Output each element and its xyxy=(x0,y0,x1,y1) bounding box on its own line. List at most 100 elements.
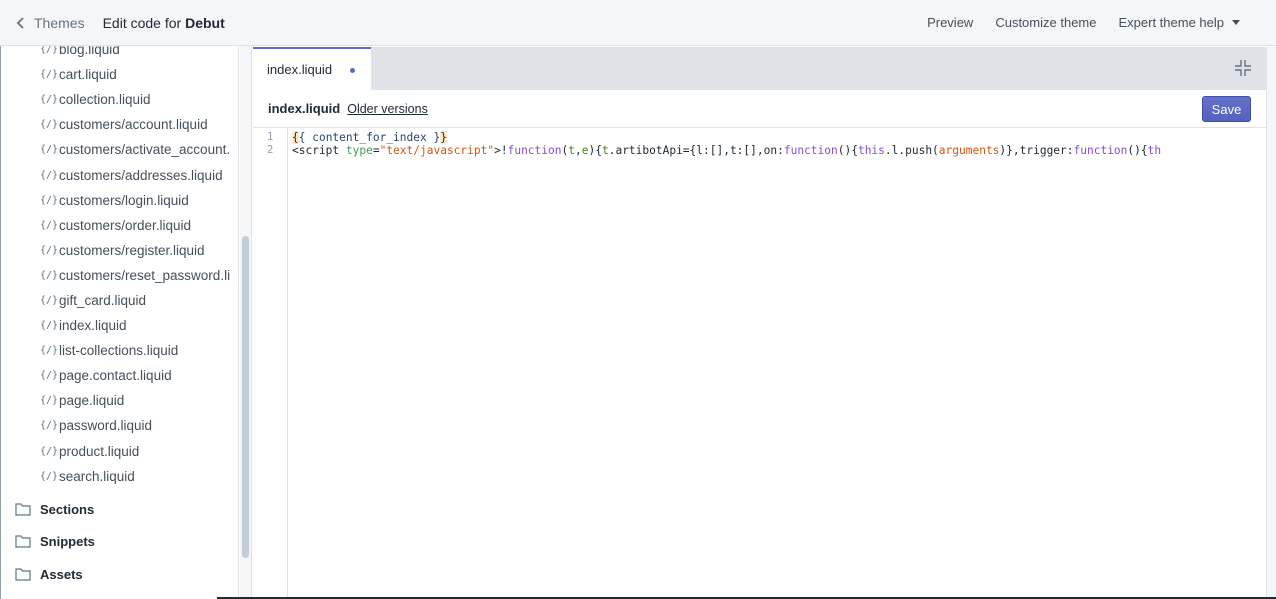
code-token: function xyxy=(783,144,838,157)
caret-down-icon xyxy=(1232,20,1240,25)
file-item[interactable]: {/} customers/account.liquid xyxy=(40,112,238,137)
liquid-file-icon: {/} xyxy=(40,244,59,256)
file-item[interactable]: {/} list-collections.liquid xyxy=(40,338,238,363)
file-name: customers/addresses.liquid xyxy=(59,167,223,183)
code-token: )},trigger: xyxy=(999,144,1074,157)
folder-label: Assets xyxy=(40,567,83,582)
customize-theme-link[interactable]: Customize theme xyxy=(995,15,1096,30)
unsaved-indicator xyxy=(350,68,355,73)
file-item[interactable]: {/} customers/register.liquid xyxy=(40,238,238,263)
liquid-file-icon: {/} xyxy=(40,420,59,432)
code-token: = xyxy=(372,144,380,157)
file-name: cart.liquid xyxy=(59,67,117,83)
file-item[interactable]: {/} search.liquid xyxy=(40,464,238,489)
file-item[interactable]: {/} cart.liquid xyxy=(40,62,238,87)
liquid-file-icon: {/} xyxy=(40,445,59,457)
expert-theme-help-dropdown[interactable]: Expert theme help xyxy=(1118,15,1240,30)
liquid-file-icon: {/} xyxy=(40,169,59,181)
code-token: function xyxy=(507,144,562,157)
file-item[interactable]: {/} product.liquid xyxy=(40,439,238,464)
expert-help-label: Expert theme help xyxy=(1118,15,1224,30)
tab-index-liquid[interactable]: index.liquid xyxy=(253,47,371,90)
liquid-file-icon: {/} xyxy=(40,219,59,231)
file-name: product.liquid xyxy=(59,443,140,459)
title-prefix: Edit code for xyxy=(102,14,182,31)
file-item[interactable]: {/} password.liquid xyxy=(40,413,238,438)
file-name: collection.liquid xyxy=(59,92,151,108)
code-token: this xyxy=(857,144,885,157)
folder-snippets[interactable]: Snippets xyxy=(15,534,95,549)
editor-file-name: index.liquid xyxy=(268,101,341,116)
line-number: 1 xyxy=(267,131,274,143)
collapse-icon[interactable] xyxy=(1234,59,1252,77)
file-name: list-collections.liquid xyxy=(59,343,179,359)
file-item[interactable]: {/} collection.liquid xyxy=(40,87,238,112)
code-token: t xyxy=(568,144,575,157)
top-bar: Themes Edit code for Debut Preview Custo… xyxy=(0,0,1276,46)
file-name: search.liquid xyxy=(59,468,135,484)
liquid-file-icon: {/} xyxy=(40,470,59,482)
theme-name: Debut xyxy=(185,14,225,31)
code-token: type xyxy=(345,144,373,157)
file-item[interactable]: {/} customers/activate_account. xyxy=(40,137,238,162)
sidebar-scrollbar-thumb[interactable] xyxy=(242,236,249,558)
chevron-left-icon xyxy=(16,16,24,29)
file-item[interactable]: {/} customers/addresses.liquid xyxy=(40,162,238,187)
save-button[interactable]: Save xyxy=(1202,96,1251,122)
file-item[interactable]: {/} index.liquid xyxy=(40,313,238,338)
left-divider xyxy=(0,46,1,599)
file-item[interactable]: {/} gift_card.liquid xyxy=(40,288,238,313)
folder-label: Snippets xyxy=(40,534,95,549)
code-token: arguments xyxy=(938,144,1000,157)
liquid-file-icon: {/} xyxy=(40,320,59,332)
preview-link[interactable]: Preview xyxy=(927,15,973,30)
file-name: gift_card.liquid xyxy=(59,292,147,308)
liquid-file-icon: {/} xyxy=(40,395,59,407)
folder-sections[interactable]: Sections xyxy=(15,502,94,517)
code-token: t xyxy=(601,144,609,157)
file-item[interactable]: {/} page.liquid xyxy=(40,388,238,413)
file-name: customers/account.liquid xyxy=(59,117,208,133)
liquid-file-icon: {/} xyxy=(40,94,59,106)
file-item[interactable]: {/} page.contact.liquid xyxy=(40,363,238,388)
file-name: customers/reset_password.li xyxy=(59,267,231,283)
code-token: function xyxy=(1073,144,1128,157)
liquid-file-icon: {/} xyxy=(40,46,59,56)
code-token: "text/javascript" xyxy=(379,144,495,157)
file-item[interactable]: {/} customers/reset_password.li xyxy=(40,263,238,288)
file-sidebar: {/} blog.liquid {/} cart.liquid {/} collectio… xyxy=(0,46,239,599)
code-token: ){ xyxy=(588,144,602,157)
editor-right-scroll-track[interactable] xyxy=(1266,47,1276,599)
folder-assets[interactable]: Assets xyxy=(15,567,83,582)
top-actions: Preview Customize theme Expert theme hel… xyxy=(905,15,1240,30)
line-number: 2 xyxy=(267,144,274,156)
code-token: <script xyxy=(292,144,346,157)
file-item[interactable]: {/} blog.liquid xyxy=(40,46,238,62)
file-name: page.liquid xyxy=(59,393,125,409)
code-token: (){ xyxy=(837,144,858,157)
code-line-1: {{ content_for_index }} xyxy=(292,131,447,144)
liquid-file-icon: {/} xyxy=(40,194,59,206)
folder-icon xyxy=(15,568,31,581)
liquid-file-icon: {/} xyxy=(40,119,59,131)
code-editor[interactable]: 1 2 {{ content_for_index }} <script type… xyxy=(253,128,1266,599)
editor-tab-strip: index.liquid xyxy=(253,47,1266,90)
page-title: Edit code for Debut xyxy=(103,15,225,31)
back-to-themes-link[interactable]: Themes xyxy=(14,15,85,31)
liquid-file-icon: {/} xyxy=(40,269,59,281)
file-name: customers/order.liquid xyxy=(59,217,192,233)
back-label: Themes xyxy=(34,14,85,31)
file-name: blog.liquid xyxy=(59,46,120,58)
code-line-2: <script type="text/javascript">!function… xyxy=(292,144,1161,157)
tab-label: index.liquid xyxy=(267,62,333,77)
file-item[interactable]: {/} customers/login.liquid xyxy=(40,188,238,213)
template-file-list: {/} blog.liquid {/} cart.liquid {/} collectio… xyxy=(40,46,238,489)
folder-icon xyxy=(15,503,31,516)
code-token: .artibotApi={l:[],t:[],on: xyxy=(608,144,784,157)
liquid-file-icon: {/} xyxy=(40,69,59,81)
editor-header: index.liquid Older versions Save xyxy=(253,90,1266,128)
older-versions-link[interactable]: Older versions xyxy=(347,102,428,116)
file-item[interactable]: {/} customers/order.liquid xyxy=(40,213,238,238)
code-token: } xyxy=(440,131,447,144)
code-token: , xyxy=(574,144,582,157)
